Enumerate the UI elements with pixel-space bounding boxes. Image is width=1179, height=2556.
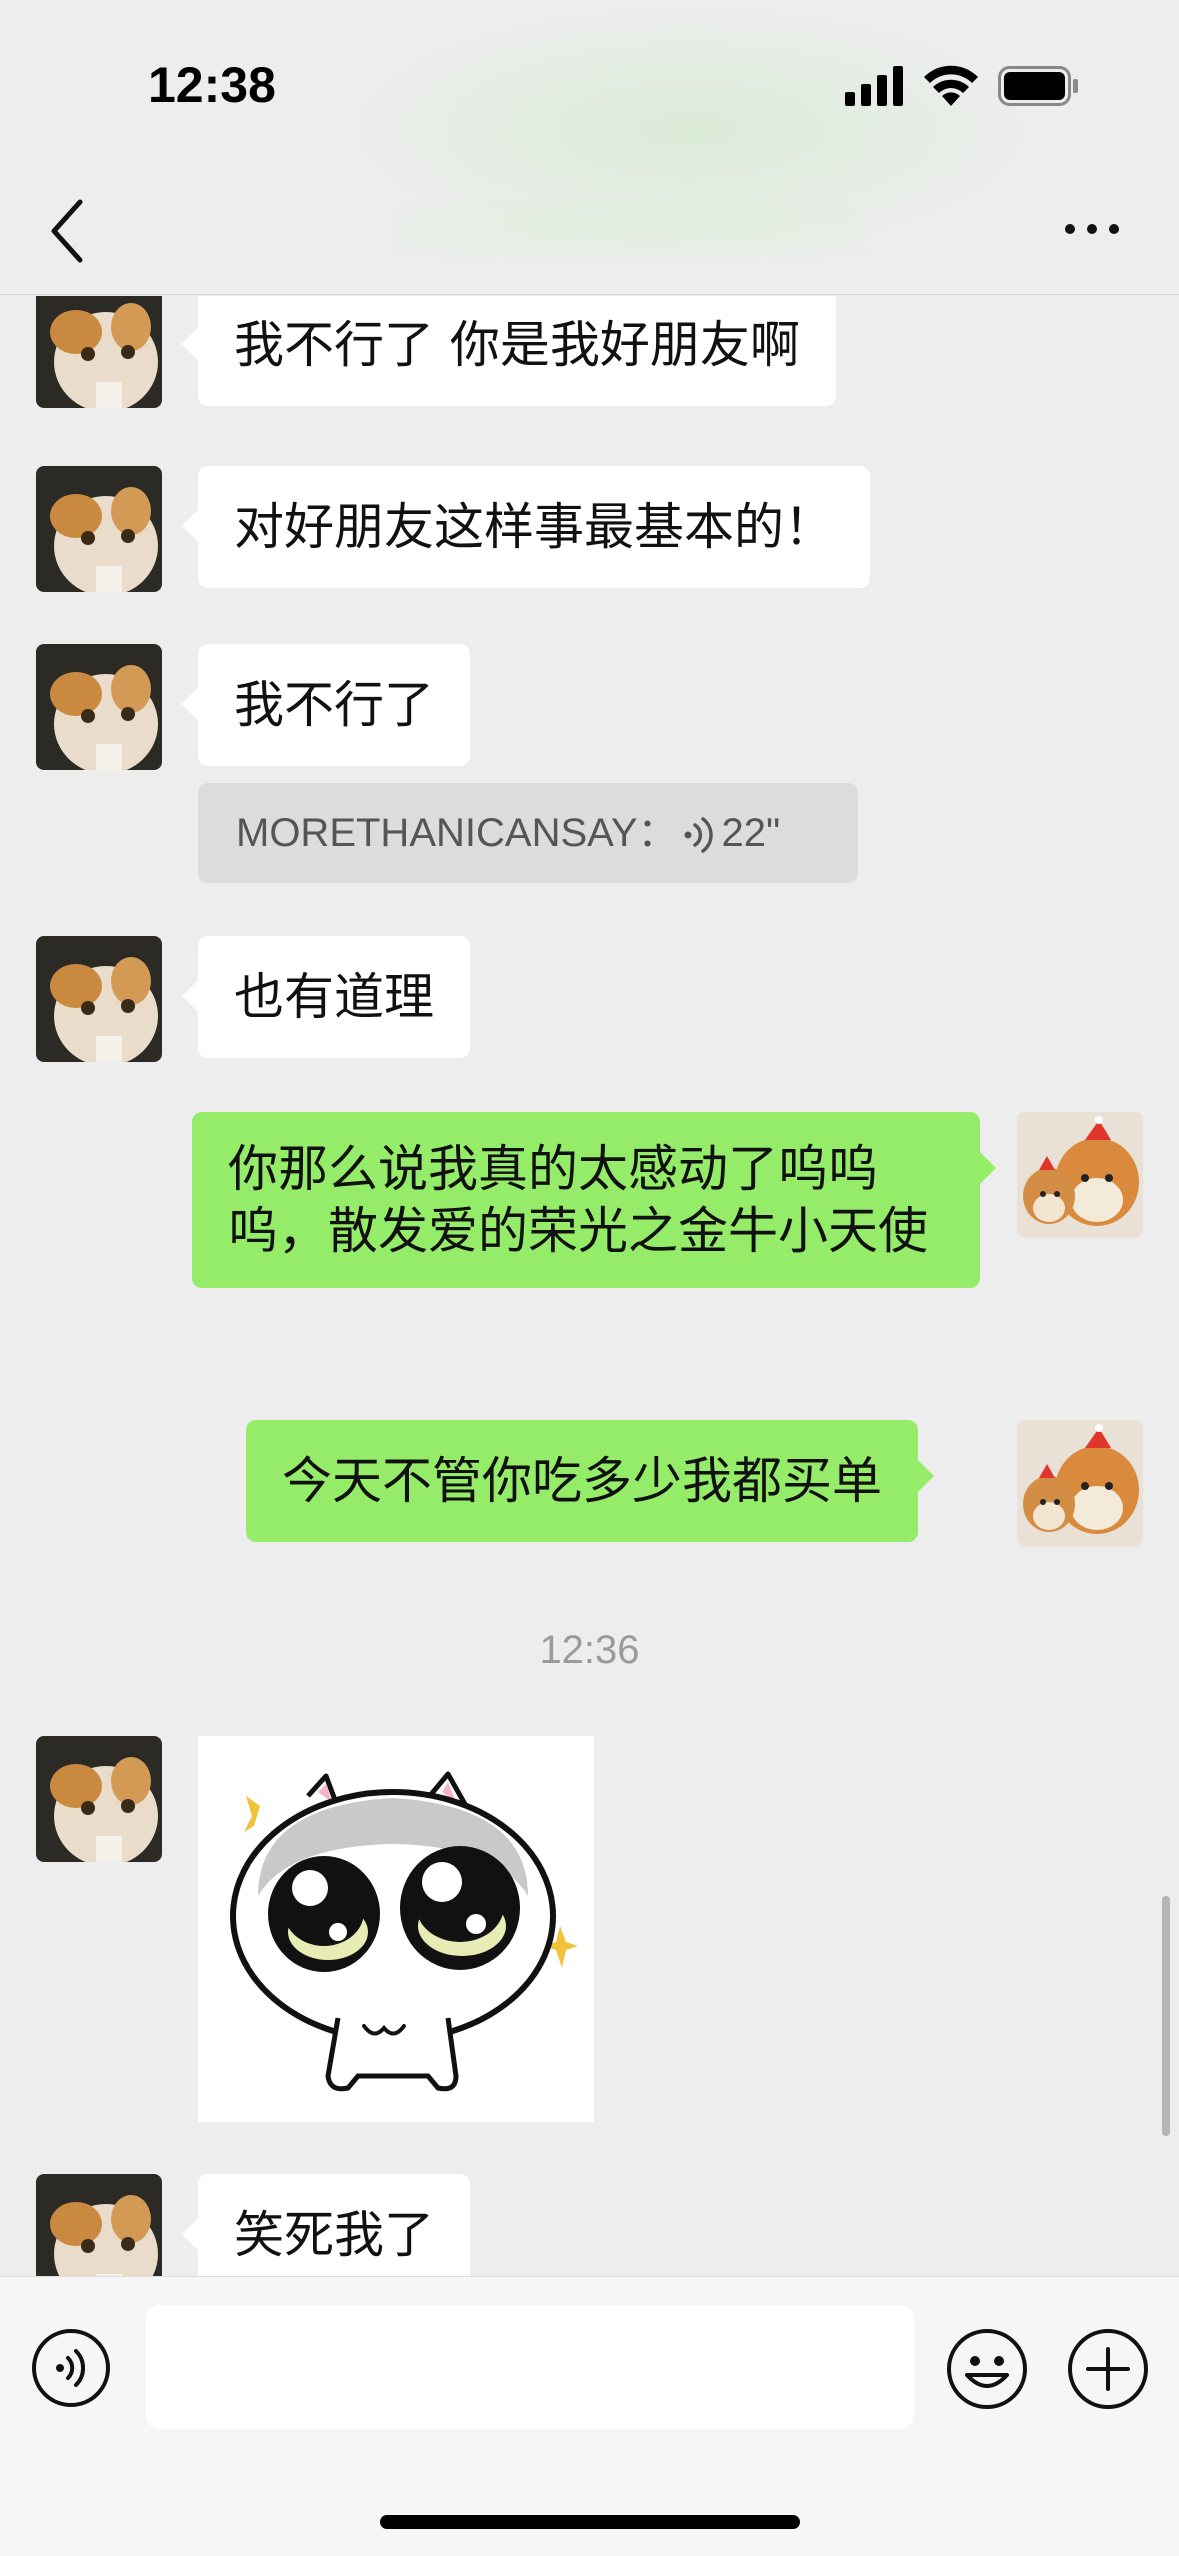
contact-avatar[interactable]	[36, 644, 162, 770]
emoji-icon[interactable]	[945, 2327, 1029, 2411]
voice-transcript-text: MORETHANICANSAY：	[236, 811, 678, 855]
plus-icon[interactable]	[1066, 2327, 1150, 2411]
chat-message-list[interactable]: 我不行了 你是我好朋友啊 对好朋友这样事最基本的！ 我不行了 MORETHANI…	[0, 296, 1179, 2276]
chat-scrollbar[interactable]	[1162, 1896, 1170, 2136]
status-time: 12:38	[148, 57, 276, 113]
my-avatar[interactable]	[1017, 1420, 1143, 1546]
contact-avatar[interactable]	[36, 466, 162, 592]
chat-title	[390, 200, 870, 260]
home-indicator	[380, 2515, 800, 2529]
signal-icon	[845, 66, 903, 106]
wifi-icon	[924, 65, 978, 106]
message-bubble-sent[interactable]: 今天不管你吃多少我都买单	[246, 1420, 934, 1542]
back-icon[interactable]	[46, 196, 92, 266]
contact-avatar[interactable]	[36, 296, 162, 408]
message-bubble[interactable]: 对好朋友这样事最基本的！	[182, 466, 870, 588]
message-input[interactable]	[146, 2305, 914, 2429]
voice-duration: 22"	[721, 811, 781, 855]
contact-avatar[interactable]	[36, 1736, 162, 1862]
voice-transcript[interactable]: MORETHANICANSAY： 22"	[198, 783, 858, 883]
my-avatar[interactable]	[1017, 1112, 1143, 1238]
message-timestamp: 12:36	[539, 1628, 640, 1672]
message-bubble-sent[interactable]: 你那么说我真的太感动了呜呜呜，散发爱的荣光之金牛小天使	[192, 1112, 996, 1288]
voice-input-icon[interactable]	[30, 2327, 112, 2409]
contact-avatar[interactable]	[36, 936, 162, 1062]
status-bar: 12:38	[0, 0, 1179, 170]
input-bar	[0, 2276, 1179, 2556]
contact-avatar[interactable]	[36, 2174, 162, 2276]
more-options-icon[interactable]	[1062, 214, 1122, 244]
message-bubble[interactable]: 我不行了	[182, 644, 470, 766]
message-bubble[interactable]: 也有道理	[182, 936, 470, 1058]
sticker-image[interactable]	[198, 1736, 594, 2122]
voice-wave-icon	[684, 817, 713, 854]
message-bubble[interactable]: 我不行了 你是我好朋友啊	[182, 296, 836, 406]
message-bubble[interactable]: 笑死我了	[182, 2174, 470, 2276]
nav-bar	[0, 170, 1179, 295]
battery-icon	[998, 66, 1078, 106]
